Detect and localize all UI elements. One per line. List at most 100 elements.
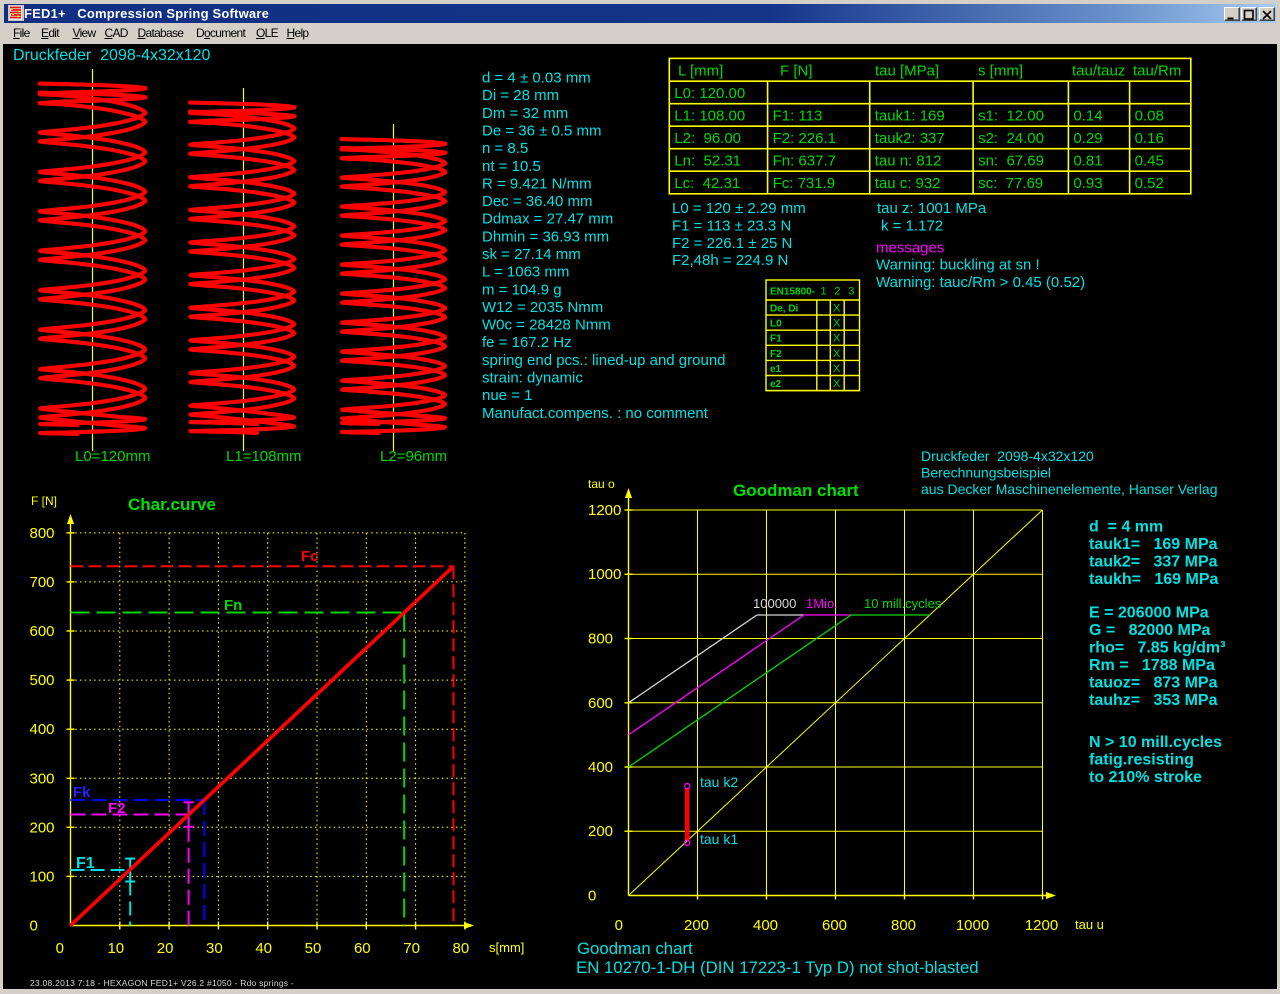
svg-text:0.14: 0.14 [1073, 107, 1102, 124]
svg-text:tau k1: tau k1 [700, 831, 738, 847]
svg-text:0: 0 [56, 940, 64, 957]
svg-text:Druckfeder 2098-4x32x120: Druckfeder 2098-4x32x120 [13, 47, 211, 64]
svg-text:s[mm]: s[mm] [489, 940, 524, 955]
svg-text:tauoz= 873 MPa: tauoz= 873 MPa [1089, 674, 1218, 691]
svg-text:100000: 100000 [753, 596, 796, 611]
svg-text:tau u: tau u [1075, 917, 1104, 932]
svg-text:EN15800-: EN15800- [770, 287, 815, 298]
svg-text:20: 20 [157, 940, 174, 957]
svg-text:Lc: 42.31: Lc: 42.31 [674, 175, 740, 192]
svg-text:600: 600 [30, 623, 55, 640]
svg-text:X: X [833, 303, 841, 315]
svg-text:800: 800 [891, 917, 916, 934]
svg-text:L0=120mm: L0=120mm [75, 448, 150, 465]
svg-text:L1=108mm: L1=108mm [226, 448, 301, 465]
svg-text:d = 4 mm: d = 4 mm [1089, 519, 1163, 536]
svg-text:nt = 10.5: nt = 10.5 [482, 158, 541, 175]
svg-text:tau n: 812: tau n: 812 [875, 152, 942, 169]
svg-text:Di = 28 mm: Di = 28 mm [482, 87, 559, 104]
svg-text:F1: F1 [76, 855, 95, 872]
svg-text:1200: 1200 [1025, 917, 1058, 934]
svg-text:F2: 226.1: F2: 226.1 [773, 130, 836, 147]
svg-text:Warning: buckling at sn !: Warning: buckling at sn ! [876, 257, 1040, 274]
svg-text:d = 4 ± 0.03 mm: d = 4 ± 0.03 mm [482, 70, 591, 87]
svg-text:300: 300 [30, 770, 55, 787]
svg-text:Dec = 36.40 mm: Dec = 36.40 mm [482, 193, 592, 210]
svg-text:800: 800 [588, 631, 613, 648]
svg-text:tau c: 932: tau c: 932 [875, 175, 941, 192]
svg-text:200: 200 [588, 823, 613, 840]
svg-text:W12 = 2035 Nmm: W12 = 2035 Nmm [482, 299, 603, 316]
svg-text:400: 400 [753, 917, 778, 934]
svg-text:Goodman chart: Goodman chart [733, 481, 859, 500]
svg-text:sn: 67.69: sn: 67.69 [978, 152, 1044, 169]
svg-text:40: 40 [255, 940, 272, 957]
svg-text:X: X [833, 348, 841, 360]
svg-text:n = 8.5: n = 8.5 [482, 140, 528, 157]
svg-text:L [mm]: L [mm] [678, 63, 723, 80]
svg-text:Ln: 52.31: Ln: 52.31 [674, 152, 741, 169]
svg-text:F [N]: F [N] [780, 63, 813, 80]
svg-text:10: 10 [107, 940, 124, 957]
svg-text:Manufact.compens. : no comment: Manufact.compens. : no comment [482, 405, 709, 422]
svg-text:L1: 108.00: L1: 108.00 [674, 107, 745, 124]
svg-text:De, Di: De, Di [770, 304, 799, 315]
svg-text:tauk2= 337 MPa: tauk2= 337 MPa [1089, 553, 1218, 570]
svg-text:E = 206000 MPa: E = 206000 MPa [1089, 605, 1209, 622]
svg-text:Ddmax = 27.47 mm: Ddmax = 27.47 mm [482, 211, 613, 228]
svg-text:L0: L0 [770, 319, 782, 330]
svg-text:tau z: 1001 MPa: tau z: 1001 MPa [877, 200, 987, 217]
svg-text:tau/Rm: tau/Rm [1133, 63, 1181, 80]
svg-text:taukh= 169 MPa: taukh= 169 MPa [1089, 571, 1218, 588]
svg-text:L = 1063 mm: L = 1063 mm [482, 264, 569, 281]
svg-text:F1: 113: F1: 113 [773, 107, 823, 124]
svg-text:k = 1.172: k = 1.172 [881, 217, 943, 234]
svg-text:1: 1 [821, 286, 827, 298]
svg-text:200: 200 [30, 819, 55, 836]
svg-text:tau k2: tau k2 [700, 774, 738, 790]
svg-text:messages: messages [876, 240, 944, 257]
svg-text:De = 36 ± 0.5 mm: De = 36 ± 0.5 mm [482, 122, 602, 139]
svg-text:L0: 120.00: L0: 120.00 [674, 85, 745, 102]
svg-text:tauhz= 353 MPa: tauhz= 353 MPa [1089, 692, 1218, 709]
svg-text:Dm = 32 mm: Dm = 32 mm [482, 105, 568, 122]
svg-text:F2: F2 [770, 349, 782, 360]
svg-text:L2=96mm: L2=96mm [380, 448, 447, 465]
svg-text:0.52: 0.52 [1135, 175, 1164, 192]
svg-text:Druckfeder 2098-4x32x120: Druckfeder 2098-4x32x120 [921, 448, 1094, 464]
svg-text:tau [MPa]: tau [MPa] [875, 63, 939, 80]
svg-text:30: 30 [206, 940, 223, 957]
svg-text:tauk2: 337: tauk2: 337 [875, 130, 945, 147]
svg-text:F1: F1 [770, 334, 782, 345]
svg-text:X: X [833, 363, 841, 375]
svg-text:m = 104.9 g: m = 104.9 g [482, 281, 562, 298]
svg-text:500: 500 [30, 672, 55, 689]
svg-text:1000: 1000 [588, 566, 621, 583]
svg-text:L2: 96.00: L2: 96.00 [674, 130, 741, 147]
svg-text:60: 60 [354, 940, 371, 957]
svg-text:nue = 1: nue = 1 [482, 387, 532, 404]
svg-text:EN 10270-1-DH (DIN 17223-1 Typ: EN 10270-1-DH (DIN 17223-1 Typ D) not sh… [576, 958, 979, 977]
svg-text:Char.curve: Char.curve [128, 495, 216, 514]
svg-text:X: X [833, 378, 841, 390]
svg-text:0.45: 0.45 [1135, 152, 1164, 169]
svg-text:Dhmin = 36.93 mm: Dhmin = 36.93 mm [482, 228, 609, 245]
svg-text:0.29: 0.29 [1073, 130, 1102, 147]
svg-text:0: 0 [30, 918, 38, 935]
svg-text:F1 = 113 ± 23.3 N: F1 = 113 ± 23.3 N [672, 217, 791, 234]
svg-text:F [N]: F [N] [31, 494, 57, 508]
svg-text:400: 400 [588, 759, 613, 776]
svg-text:1Mio.: 1Mio. [806, 596, 838, 611]
svg-text:Rm = 1788 MPa: Rm = 1788 MPa [1089, 657, 1215, 674]
svg-text:rho= 7.85 kg/dm³: rho= 7.85 kg/dm³ [1089, 639, 1225, 656]
svg-text:s2: 24.00: s2: 24.00 [978, 130, 1044, 147]
svg-text:strain: dynamic: strain: dynamic [482, 370, 583, 387]
svg-text:Fc: Fc [301, 548, 319, 565]
svg-text:Fk: Fk [73, 784, 91, 801]
svg-text:0.81: 0.81 [1073, 152, 1102, 169]
svg-text:tau/tauz: tau/tauz [1072, 63, 1125, 80]
svg-text:F2 = 226.1 ± 25 N: F2 = 226.1 ± 25 N [672, 235, 792, 252]
svg-text:tauk1= 169 MPa: tauk1= 169 MPa [1089, 536, 1218, 553]
svg-text:400: 400 [30, 721, 55, 738]
svg-text:3: 3 [848, 286, 854, 298]
